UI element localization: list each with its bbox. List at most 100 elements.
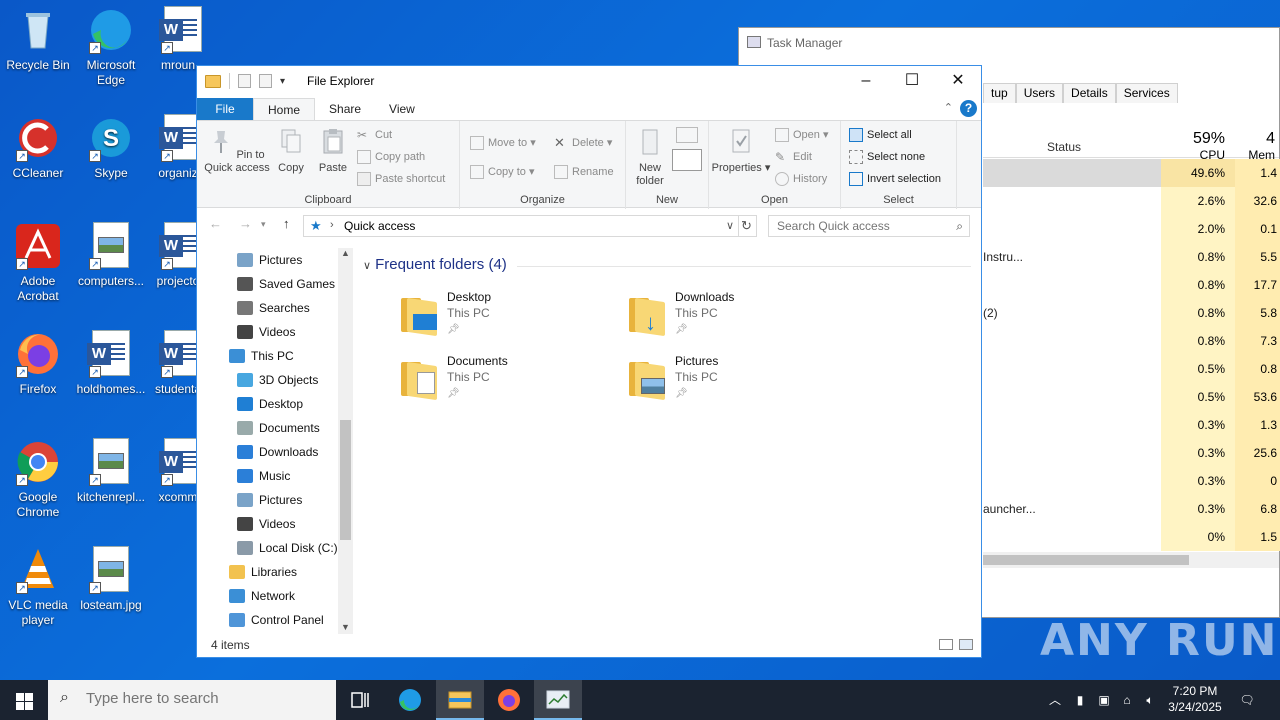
nav-item[interactable]: Network: [229, 584, 295, 608]
process-row[interactable]: 0% 1.5: [983, 523, 1280, 551]
collapse-chevron-icon[interactable]: ∨: [363, 259, 371, 272]
taskbar-firefox-button[interactable]: [485, 680, 533, 720]
desktop-icon[interactable]: ↗ VLC media player: [0, 546, 76, 628]
nav-item[interactable]: Videos: [237, 320, 295, 344]
process-row[interactable]: 2.6% 32.6: [983, 187, 1280, 215]
nav-item[interactable]: Libraries: [229, 560, 297, 584]
scrollbar-thumb[interactable]: [340, 420, 351, 540]
tab-details[interactable]: Details: [1063, 83, 1116, 103]
minimize-button[interactable]: –: [843, 66, 889, 96]
explorer-titlebar[interactable]: ▾ File Explorer – ☐ ✕: [197, 66, 981, 98]
address-bar[interactable]: ★ › Quick access ∨: [303, 215, 739, 237]
process-row[interactable]: 0.3% 25.6: [983, 439, 1280, 467]
file-explorer-window[interactable]: ▾ File Explorer – ☐ ✕ File Home Share Vi…: [196, 65, 982, 658]
process-row[interactable]: 49.6% 1.4: [983, 159, 1280, 187]
paste-shortcut-button[interactable]: Paste shortcut: [355, 169, 445, 189]
battery-icon[interactable]: ▮: [1070, 680, 1090, 720]
desktop-icon[interactable]: W ↗ holdhomes...: [73, 330, 149, 397]
volume-icon[interactable]: 🔈︎: [1140, 680, 1160, 720]
show-hidden-icons[interactable]: ︿: [1046, 680, 1064, 720]
new-folder-button[interactable]: New folder: [630, 127, 670, 188]
copy-button[interactable]: Copy: [273, 127, 309, 175]
frequent-folders-header[interactable]: ∨ Frequent folders (4): [363, 256, 507, 273]
process-row[interactable]: 0.8% 17.7: [983, 271, 1280, 299]
task-manager-titlebar[interactable]: Task Manager: [739, 28, 1279, 58]
process-row[interactable]: 0.5% 53.6: [983, 383, 1280, 411]
taskbar-search[interactable]: ⌕: [48, 680, 336, 720]
meet-now-icon[interactable]: ▣: [1094, 680, 1114, 720]
folder-tile[interactable]: Documents This PC 📌︎: [399, 352, 609, 408]
desktop-icon[interactable]: ↗ kitchenrepl...: [73, 438, 149, 505]
back-arrow-icon[interactable]: ←: [209, 216, 222, 231]
nav-item[interactable]: Local Disk (C:): [237, 536, 338, 560]
process-row[interactable]: auncher... 0.3% 6.8: [983, 495, 1280, 523]
search-input[interactable]: [769, 216, 939, 236]
nav-item[interactable]: Videos: [237, 512, 295, 536]
nav-item[interactable]: Pictures: [237, 248, 302, 272]
minimize-ribbon-icon[interactable]: ⌃: [944, 101, 953, 114]
details-view-icon[interactable]: [939, 639, 953, 650]
cut-button[interactable]: ✂ Cut: [355, 125, 392, 145]
process-row[interactable]: 0.3% 1.3: [983, 411, 1280, 439]
desktop-icon[interactable]: ↗ Firefox: [0, 330, 76, 397]
copy-to-button[interactable]: Copy to ▾: [468, 162, 535, 182]
customize-qat-icon[interactable]: ▾: [280, 76, 285, 87]
taskbar-edge-button[interactable]: [386, 680, 434, 720]
process-row[interactable]: 0.5% 0.8: [983, 355, 1280, 383]
maximize-button[interactable]: ☐: [889, 66, 935, 96]
close-button[interactable]: ✕: [935, 66, 981, 96]
up-arrow-icon[interactable]: ↑: [283, 216, 290, 231]
nav-item[interactable]: Searches: [237, 296, 310, 320]
chevron-right-icon[interactable]: ›: [330, 219, 334, 231]
notifications-icon[interactable]: 🗨︎: [1236, 680, 1258, 720]
tab-startup[interactable]: tup: [983, 83, 1016, 103]
large-icons-view-icon[interactable]: [959, 639, 973, 650]
desktop-icon[interactable]: Recycle Bin: [0, 6, 76, 73]
help-icon[interactable]: ?: [960, 100, 977, 117]
nav-item[interactable]: Documents: [237, 416, 320, 440]
edit-button[interactable]: ✎ Edit: [773, 147, 812, 167]
select-none-button[interactable]: Select none: [847, 147, 925, 167]
tab-view[interactable]: View: [375, 98, 429, 120]
taskbar-search-input[interactable]: [86, 690, 326, 707]
invert-selection-button[interactable]: Invert selection: [847, 169, 941, 189]
chevron-down-icon[interactable]: ∨: [726, 219, 734, 232]
tab-share[interactable]: Share: [315, 98, 375, 120]
network-icon[interactable]: ⌂: [1117, 680, 1137, 720]
refresh-button[interactable]: ↻: [737, 215, 757, 237]
tab-services[interactable]: Services: [1115, 83, 1178, 103]
process-row[interactable]: Instru... 0.8% 5.5: [983, 243, 1280, 271]
status-column-header[interactable]: Status: [1047, 140, 1081, 154]
nav-item[interactable]: Control Panel: [229, 608, 324, 632]
open-button[interactable]: Open ▾: [773, 125, 829, 145]
desktop-icon[interactable]: ↗ Adobe Acrobat: [0, 222, 76, 304]
horizontal-scrollbar[interactable]: [983, 552, 1279, 568]
scroll-down-icon[interactable]: ▼: [338, 622, 353, 632]
history-button[interactable]: History: [773, 169, 827, 189]
desktop-icon[interactable]: ↗ Microsoft Edge: [73, 6, 149, 88]
properties-qat-icon[interactable]: [238, 74, 251, 88]
copy-path-button[interactable]: Copy path: [355, 147, 425, 167]
address-path[interactable]: Quick access: [344, 219, 415, 233]
tab-file[interactable]: File: [197, 98, 253, 120]
nav-item[interactable]: Downloads: [237, 440, 318, 464]
desktop-icon[interactable]: ↗ CCleaner: [0, 114, 76, 181]
start-button[interactable]: [0, 680, 48, 720]
process-row[interactable]: 2.0% 0.1: [983, 215, 1280, 243]
process-row[interactable]: (2) 0.8% 5.8: [983, 299, 1280, 327]
paste-button[interactable]: Paste: [313, 127, 353, 175]
tab-users[interactable]: Users: [1015, 83, 1064, 103]
desktop-icon[interactable]: ↗ Google Chrome: [0, 438, 76, 520]
select-all-button[interactable]: Select all: [847, 125, 912, 145]
desktop-icon[interactable]: W ↗ mroun...: [145, 6, 221, 73]
rename-button[interactable]: Rename: [552, 162, 614, 182]
process-row[interactable]: 0.8% 7.3: [983, 327, 1280, 355]
desktop-icon[interactable]: ↗ computers...: [73, 222, 149, 289]
clock[interactable]: 7:20 PM 3/24/2025: [1162, 683, 1228, 715]
folder-tile[interactable]: Pictures This PC 📌︎: [627, 352, 837, 408]
nav-item[interactable]: Desktop: [237, 392, 303, 416]
search-icon[interactable]: ⌕: [956, 219, 963, 234]
navigation-scrollbar[interactable]: ▲ ▼: [338, 248, 353, 634]
recent-locations-icon[interactable]: ▾: [261, 219, 266, 230]
properties-button[interactable]: Properties ▾: [711, 127, 771, 175]
